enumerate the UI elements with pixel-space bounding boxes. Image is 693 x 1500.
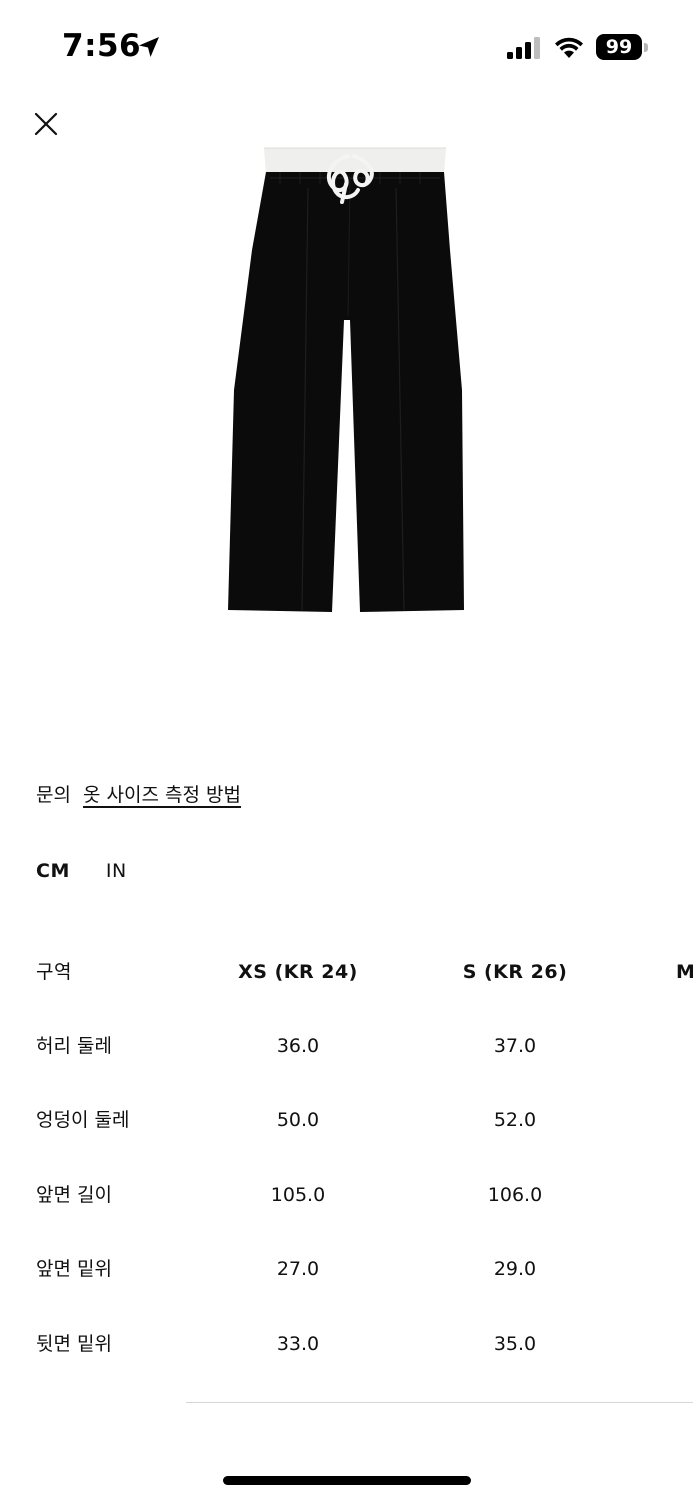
wifi-icon	[555, 37, 583, 58]
table-header-row: 구역 XS (KR 24) S (KR 26) M	[0, 952, 693, 992]
table-row: 뒷면 밑위 33.0 35.0	[0, 1324, 693, 1364]
table-row-label: 뒷면 밑위	[36, 1333, 112, 1355]
inquiry-link[interactable]: 문의	[36, 780, 71, 807]
battery-level: 99	[605, 36, 633, 58]
status-time: 7:56	[62, 28, 142, 64]
status-bar: 7:56 99	[0, 0, 693, 92]
table-row: 앞면 밑위 27.0 29.0	[0, 1249, 693, 1289]
table-cell: 50.0	[276, 1109, 320, 1131]
table-row: 엉덩이 둘레 50.0 52.0	[0, 1100, 693, 1140]
table-cell: 52.0	[493, 1109, 537, 1131]
unit-in-tab[interactable]: IN	[106, 860, 127, 882]
horizontal-scroll-divider	[186, 1402, 693, 1403]
links-row: 문의 옷 사이즈 측정 방법	[36, 780, 241, 807]
table-row: 허리 둘레 36.0 37.0	[0, 1026, 693, 1066]
how-to-measure-link[interactable]: 옷 사이즈 측정 방법	[83, 780, 241, 807]
close-icon	[34, 112, 58, 136]
table-row-label: 앞면 밑위	[36, 1258, 112, 1280]
table-header-size: XS (KR 24)	[238, 961, 358, 983]
table-header-size: S (KR 26)	[462, 961, 568, 983]
table-cell: 27.0	[276, 1258, 320, 1280]
table-cell: 29.0	[493, 1258, 537, 1280]
battery-indicator: 99	[596, 34, 650, 60]
unit-cm-tab[interactable]: CM	[36, 860, 70, 882]
home-indicator[interactable]	[223, 1476, 471, 1485]
product-image	[228, 147, 464, 612]
table-header-label: 구역	[36, 961, 72, 983]
table-cell: 36.0	[276, 1035, 320, 1057]
table-cell: 106.0	[487, 1184, 543, 1206]
cellular-signal-icon	[507, 37, 540, 59]
table-cell: 37.0	[493, 1035, 537, 1057]
table-cell: 35.0	[493, 1333, 537, 1355]
battery-tip	[644, 43, 648, 52]
close-button[interactable]	[30, 108, 62, 140]
table-cell: 33.0	[276, 1333, 320, 1355]
table-row-label: 허리 둘레	[36, 1035, 112, 1057]
table-header-size: M	[676, 961, 693, 983]
unit-toggle: CM IN	[36, 860, 127, 882]
location-arrow-icon	[139, 37, 159, 57]
size-table: 구역 XS (KR 24) S (KR 26) M 허리 둘레 36.0 37.…	[0, 930, 693, 1390]
table-row-label: 엉덩이 둘레	[36, 1109, 130, 1131]
table-cell: 105.0	[270, 1184, 326, 1206]
table-row: 앞면 길이 105.0 106.0	[0, 1175, 693, 1215]
table-row-label: 앞면 길이	[36, 1184, 112, 1206]
